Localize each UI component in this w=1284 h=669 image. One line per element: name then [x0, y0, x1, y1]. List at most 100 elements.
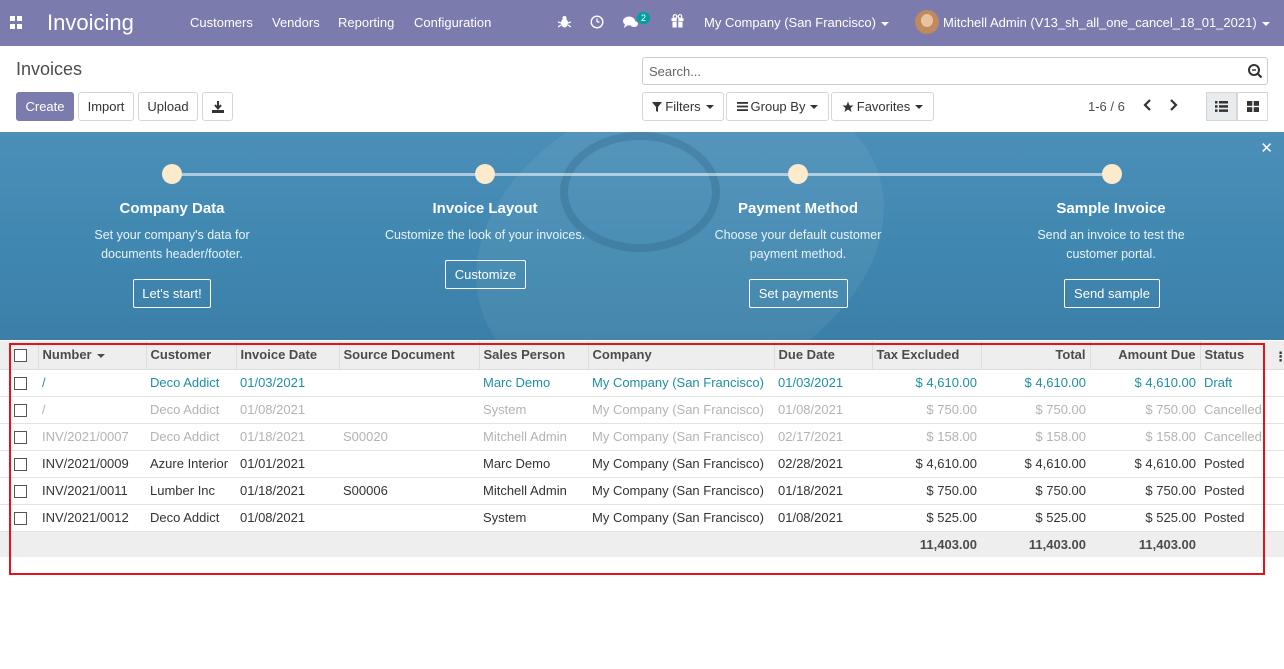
menu-customers[interactable]: Customers [190, 15, 253, 30]
chevron-down-icon [705, 104, 714, 109]
pager-value[interactable]: 1-6 / 6 [1088, 99, 1125, 114]
onboarding-banner: Company Data Set your company's data for… [0, 132, 1284, 340]
chevron-down-icon [880, 21, 889, 26]
column-header-customer[interactable]: Customer [146, 341, 237, 370]
row-select-cell [0, 477, 38, 505]
column-header-status[interactable]: Status [1200, 341, 1284, 370]
row-checkbox[interactable] [14, 485, 27, 499]
breadcrumb: Invoices [16, 59, 83, 79]
table-row[interactable]: INV/2021/0009 Azure Interior 01/01/2021 Mar… [0, 450, 1284, 478]
message-count-badge: 2 [637, 12, 651, 24]
filters-button[interactable]: Filters [642, 92, 724, 121]
onboarding-progress-line [172, 173, 1112, 176]
row-checkbox[interactable] [14, 512, 27, 526]
cell-number: INV/2021/0009 [38, 450, 146, 478]
apps-menu-icon[interactable] [10, 16, 23, 29]
column-header-sales-person[interactable]: Sales Person [479, 341, 589, 370]
step-payment-method: Payment Method Choose your default custo… [668, 200, 928, 264]
table-row[interactable]: INV/2021/0011 Lumber Inc 01/18/2021 S00006 M… [0, 477, 1284, 505]
step-description-line-2: payment method. [749, 247, 847, 261]
chevron-right-icon[interactable] [1169, 99, 1179, 111]
close-icon[interactable]: ✕ [1260, 139, 1273, 157]
menu-vendors[interactable]: Vendors [272, 15, 320, 30]
column-header-due-date[interactable]: Due Date [774, 341, 873, 370]
list-view-button[interactable] [1206, 92, 1237, 121]
select-all-checkbox[interactable] [14, 349, 27, 363]
column-header-total[interactable]: Total [981, 341, 1091, 370]
column-header-tax-excluded[interactable]: Tax Excluded [872, 341, 982, 370]
step-dot-sample-invoice [1102, 164, 1122, 184]
column-header-amount-due[interactable]: Amount Due [1090, 341, 1201, 370]
table-row[interactable]: / Deco Addict 01/03/2021 Marc Demo My Compan… [0, 369, 1284, 397]
search-icon[interactable] [1247, 63, 1263, 79]
row-checkbox[interactable] [14, 431, 27, 445]
step-dot-invoice-layout [475, 164, 495, 184]
group-by-icon [736, 102, 748, 111]
app-title[interactable]: Invoicing [47, 10, 134, 36]
import-button[interactable]: Import [78, 92, 134, 121]
row-select-cell [0, 396, 38, 424]
cell-tax-excluded: $ 158.00 [872, 423, 981, 451]
cell-source-document [339, 450, 479, 478]
row-checkbox[interactable] [14, 404, 27, 418]
cell-total: $ 4,610.00 [981, 369, 1090, 397]
column-header-number[interactable]: Number [38, 341, 147, 370]
cell-status: Posted [1200, 450, 1284, 478]
upload-button[interactable]: Upload [138, 92, 198, 121]
optional-columns-icon[interactable]: ⋮ [1274, 349, 1284, 365]
messages-icon[interactable] [623, 16, 638, 29]
kanban-view-button[interactable] [1237, 92, 1268, 121]
gift-icon[interactable] [671, 14, 684, 28]
row-select-cell [0, 504, 38, 532]
menu-configuration[interactable]: Configuration [414, 15, 491, 30]
favorites-button[interactable]: Favorites [831, 92, 934, 121]
column-header-invoice-date[interactable]: Invoice Date [236, 341, 340, 370]
company-switcher[interactable]: My Company (San Francisco) [704, 15, 889, 30]
cell-tax-excluded: $ 750.00 [872, 396, 981, 424]
cell-sales-person: Mitchell Admin [479, 477, 588, 505]
customize-button[interactable]: Customize [445, 260, 526, 289]
cell-company: My Company (San Francisco) [588, 423, 774, 451]
send-sample-button[interactable]: Send sample [1064, 279, 1160, 308]
group-by-button[interactable]: Group By [726, 92, 829, 121]
cell-tax-excluded: $ 4,610.00 [872, 450, 981, 478]
user-menu[interactable]: Mitchell Admin (V13_sh_all_one_cancel_18… [943, 15, 1270, 30]
cell-due-date: 01/08/2021 [774, 396, 872, 424]
table-row[interactable]: INV/2021/0012 Deco Addict 01/08/2021 System… [0, 504, 1284, 532]
cell-source-document: S00006 [339, 477, 479, 505]
cell-invoice-date: 01/08/2021 [236, 504, 339, 532]
menu-reporting[interactable]: Reporting [338, 15, 394, 30]
column-header-company[interactable]: Company [588, 341, 775, 370]
filter-icon [652, 101, 663, 112]
cell-due-date: 01/03/2021 [774, 369, 872, 397]
row-select-cell [0, 450, 38, 478]
chevron-down-icon [915, 104, 924, 109]
cell-customer: Deco Addict [146, 369, 236, 397]
totals-empty-cell [1200, 531, 1284, 557]
table-row[interactable]: INV/2021/0007 Deco Addict 01/18/2021 S00020… [0, 423, 1284, 451]
create-button[interactable]: Create [16, 92, 74, 121]
user-avatar[interactable] [915, 10, 939, 34]
cell-customer: Lumber Inc [146, 477, 236, 505]
chevron-left-icon[interactable] [1142, 99, 1152, 111]
step-description-line-1: Send an invoice to test the [1037, 228, 1185, 242]
row-checkbox[interactable] [14, 458, 27, 472]
activity-clock-icon[interactable] [590, 15, 604, 29]
set-payments-button[interactable]: Set payments [749, 279, 848, 308]
table-row[interactable]: / Deco Addict 01/08/2021 System My Company (… [0, 396, 1284, 424]
column-header-source-document[interactable]: Source Document [339, 341, 480, 370]
cell-sales-person: Mitchell Admin [479, 423, 588, 451]
kanban-view-icon [1246, 101, 1259, 112]
row-checkbox[interactable] [14, 377, 27, 391]
export-button[interactable] [202, 92, 233, 121]
company-name: My Company (San Francisco) [704, 15, 876, 30]
cell-invoice-date: 01/18/2021 [236, 477, 339, 505]
cell-number: INV/2021/0007 [38, 423, 146, 451]
sort-desc-icon [96, 353, 105, 358]
step-description-line-2: customer portal. [1066, 247, 1156, 261]
cell-sales-person: Marc Demo [479, 369, 588, 397]
list-view-icon [1215, 101, 1228, 112]
search-input[interactable] [643, 58, 1233, 84]
lets-start-button[interactable]: Let's start! [133, 279, 211, 308]
debug-bug-icon[interactable] [558, 15, 571, 29]
